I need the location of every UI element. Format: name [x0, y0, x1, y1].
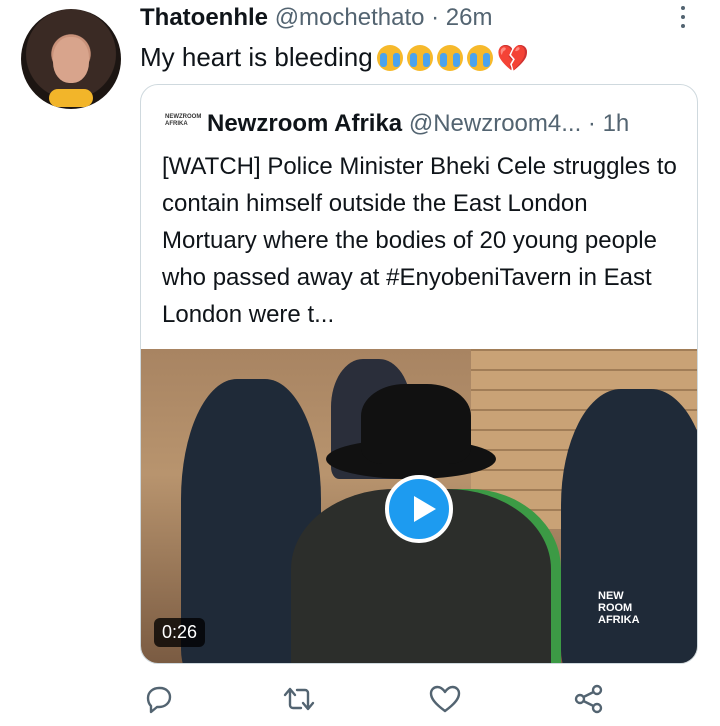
avatar-flower: [49, 89, 93, 107]
like-icon[interactable]: [428, 684, 461, 714]
quoted-text: [WATCH] Police Minister Bheki Cele strug…: [162, 153, 677, 328]
tweet-time[interactable]: · 26m: [431, 4, 492, 31]
author-handle[interactable]: @mochethato: [275, 4, 425, 31]
quoted-author-handle[interactable]: @Newzroom4...: [409, 110, 581, 137]
share-icon[interactable]: [573, 684, 605, 714]
crying-face-emoji-icon: [376, 44, 403, 71]
avatar-face: [53, 37, 89, 83]
avatar[interactable]: [21, 9, 121, 109]
video-watermark: NEW ROOM AFRIKA: [598, 590, 640, 626]
video-duration: 0:26: [154, 618, 206, 647]
more-options-icon[interactable]: [680, 6, 686, 33]
crying-face-emoji-icon: [436, 44, 463, 71]
quoted-header: Newzroom Afrika @Newzroom4... · 1h: [207, 110, 629, 138]
quoted-avatar-logo[interactable]: NEWZROOM AFRIKA: [165, 114, 201, 130]
author-name[interactable]: Thatoenhle: [140, 4, 268, 31]
quoted-author-name[interactable]: Newzroom Afrika: [207, 110, 402, 137]
quoted-time[interactable]: · 1h: [588, 110, 629, 137]
tweet-header: Thatoenhle @mochethato · 26m: [140, 4, 493, 32]
crying-face-emoji-icon: [406, 44, 433, 71]
retweet-icon[interactable]: [282, 684, 315, 714]
black-hat-crown: [361, 384, 471, 464]
tweet-text: My heart is bleeding 💔: [140, 42, 529, 73]
broken-heart-icon: 💔: [496, 42, 530, 73]
crying-face-emoji-icon: [466, 44, 493, 71]
tweet-text-body: My heart is bleeding: [140, 42, 373, 72]
reply-icon[interactable]: [142, 684, 174, 714]
play-button[interactable]: [385, 475, 453, 543]
